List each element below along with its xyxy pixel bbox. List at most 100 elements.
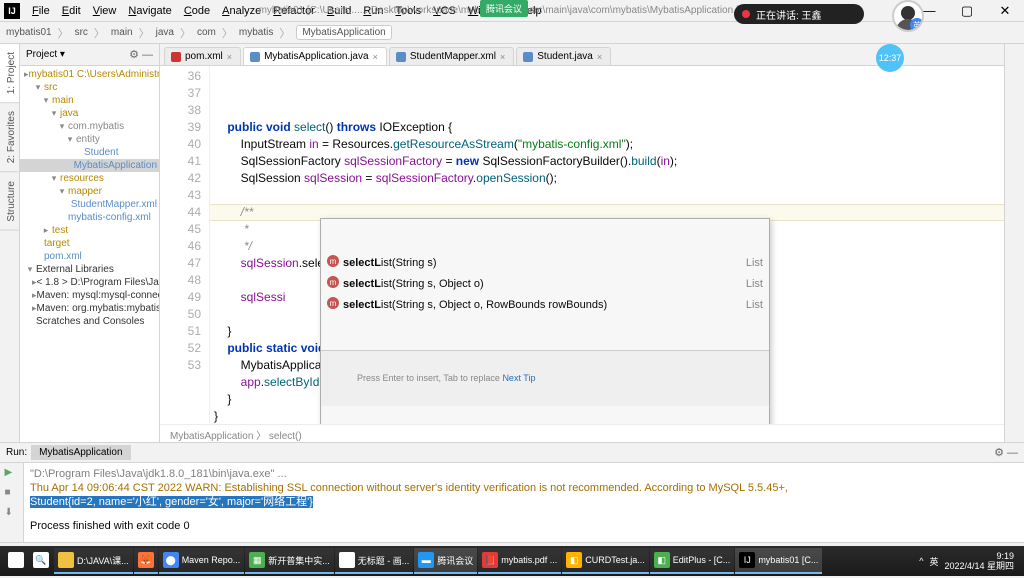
tray-ime[interactable]: 英 [929,555,938,568]
close-tab-icon[interactable]: × [500,52,505,62]
menu-navigate[interactable]: Navigate [122,3,177,19]
taskbar-item[interactable]: ⬤Maven Repo... [159,548,245,574]
suggestion-item[interactable]: mselectList(String s, Object o, RowBound… [321,295,769,316]
autocomplete-popup[interactable]: mselectList(String s)ListmselectList(Str… [320,218,770,424]
taskbar-item[interactable]: ◧CURDTest.ja... [562,548,649,574]
run-toolbar: ▶ ■ ⬇ [0,463,24,542]
tree-node[interactable]: ▾External Libraries [20,263,159,276]
system-tray[interactable]: ^ 英 9:19 2022/4/14 星期四 [919,551,1020,571]
close-tab-icon[interactable]: × [373,52,378,62]
editor-tab[interactable]: Student.java× [516,47,611,65]
taskbar-item[interactable]: IJmybatis01 [C... [735,548,822,574]
suggestion-item[interactable]: mselectList(String s, Object o)List [321,274,769,295]
mic-indicator-icon [742,10,750,18]
avatar-badge: 英 [910,18,924,32]
tree-node[interactable]: ▾src [20,81,159,94]
taskbar-item[interactable]: 📕mybatis.pdf ... [478,548,561,574]
console-line: "D:\Program Files\Java\jdk1.8.0_181\bin\… [30,467,1018,481]
tree-node[interactable]: ▾main [20,94,159,107]
speaking-overlay: 正在讲话: 王鑫 [734,4,864,24]
close-tab-icon[interactable]: × [597,52,602,62]
next-tip-link[interactable]: Next Tip [502,373,535,383]
editor[interactable]: 363738394041424344454647484950515253 pub… [160,66,1004,424]
editor-tab[interactable]: pom.xml× [164,47,241,65]
tree-node[interactable]: ▸mybatis01 C:\Users\Administrator\D [20,68,159,81]
panel-title[interactable]: Project ▾ [26,49,65,60]
line-gutter: 363738394041424344454647484950515253 [160,66,210,424]
breadcrumb-item[interactable]: com [197,27,216,38]
taskbar-item[interactable]: ⬤无标题 - 画... [335,548,414,574]
avatar[interactable]: 英 [892,0,924,32]
tree-node[interactable]: mybatis-config.xml [20,211,159,224]
meeting-overlay-tag: 腾讯会议 [480,0,528,17]
code-area[interactable]: public void select() throws IOException … [210,66,1004,424]
editor-tab[interactable]: MybatisApplication.java× [243,47,387,65]
speaking-text: 正在讲话: 王鑫 [756,7,822,22]
tree-node[interactable]: MybatisApplication [20,159,159,172]
suggestion-item[interactable]: mselectList(String s)List [321,253,769,274]
autocomplete-hint: Press Enter to insert, Tab to replace Ne… [321,350,769,406]
tool-tab[interactable]: Structure [0,173,19,231]
taskbar-item[interactable]: ⊞ [4,548,28,574]
windows-taskbar: ⊞🔍D:\JAVA\课...🦊⬤Maven Repo...▦新开普集中实...⬤… [0,546,1024,576]
close-tab-icon[interactable]: × [227,52,232,62]
tree-node[interactable]: ▾resources [20,172,159,185]
tree-node[interactable]: target [20,237,159,250]
tree-node[interactable]: ▸Maven: org.mybatis:mybatis:3.5.6 [20,302,159,315]
rerun-icon[interactable]: ▶ [5,467,19,481]
editor-tab[interactable]: StudentMapper.xml× [389,47,514,65]
breadcrumb-item[interactable]: MybatisApplication [296,25,391,40]
run-tab[interactable]: MybatisApplication [31,445,130,460]
tray-expand-icon[interactable]: ^ [919,556,923,566]
project-panel-header: Project ▾ ⚙ — [20,44,159,66]
nav-breadcrumb: mybatis01〉src〉main〉java〉com〉mybatis〉Myba… [0,22,1024,44]
tree-node[interactable]: ▾com.mybatis [20,120,159,133]
console-line: Thu Apr 14 09:06:44 CST 2022 WARN: Estab… [30,481,1018,495]
editor-breadcrumb[interactable]: MybatisApplication 〉 select() [160,424,1004,442]
menu-view[interactable]: View [87,3,123,19]
taskbar-item[interactable]: 🦊 [134,548,158,574]
breadcrumb-item[interactable]: mybatis [239,27,273,38]
run-label: Run: [6,447,27,458]
menu-edit[interactable]: Edit [56,3,87,19]
run-tool-window: Run: MybatisApplication ⚙ — ▶ ■ ⬇ "D:\Pr… [0,442,1024,542]
taskbar-item[interactable]: ◧EditPlus - [C... [650,548,735,574]
left-tool-strip: 1: Project2: FavoritesStructure [0,44,20,442]
stop-icon[interactable]: ■ [5,487,19,501]
taskbar-item[interactable]: ▬腾讯会议 [414,548,477,574]
maximize-button[interactable]: ▢ [952,3,982,19]
console-output[interactable]: "D:\Program Files\Java\jdk1.8.0_181\bin\… [24,463,1024,542]
tree-node[interactable]: Scratches and Consoles [20,315,159,328]
breadcrumb-item[interactable]: mybatis01 [6,27,52,38]
breadcrumb-item[interactable]: main [111,27,133,38]
tray-time[interactable]: 9:19 [996,551,1014,561]
tree-node[interactable]: StudentMapper.xml [20,198,159,211]
breadcrumb-item[interactable]: java [156,27,174,38]
taskbar-item[interactable]: 🔍 [29,548,53,574]
console-selection: Student{id=2, name='小红', gender='女', maj… [30,496,313,508]
project-tree[interactable]: ▸mybatis01 C:\Users\Administrator\D▾src▾… [20,66,159,330]
down-icon[interactable]: ⬇ [5,507,19,521]
tree-node[interactable]: ▾java [20,107,159,120]
taskbar-item[interactable]: D:\JAVA\课... [54,548,133,574]
tree-node[interactable]: Student [20,146,159,159]
run-settings-icon[interactable]: ⚙ — [994,446,1018,459]
tool-tab[interactable]: 1: Project [0,44,19,103]
tool-tab[interactable]: 2: Favorites [0,103,19,172]
menu-file[interactable]: File [26,3,56,19]
tree-node[interactable]: ▸test [20,224,159,237]
tree-node[interactable]: ▸Maven: mysql:mysql-connector-ja [20,289,159,302]
close-button[interactable]: ✕ [990,3,1020,19]
tree-node[interactable]: ▾entity [20,133,159,146]
tree-node[interactable]: ▾mapper [20,185,159,198]
timer-bubble: 12:37 [876,44,904,72]
menu-code[interactable]: Code [178,3,216,19]
taskbar-item[interactable]: ▦新开普集中实... [245,548,334,574]
project-panel: Project ▾ ⚙ — ▸mybatis01 C:\Users\Admini… [20,44,160,442]
tree-node[interactable]: pom.xml [20,250,159,263]
breadcrumb-item[interactable]: src [75,27,88,38]
right-tool-strip [1004,44,1024,442]
tray-date[interactable]: 2022/4/14 星期四 [944,561,1014,571]
panel-settings-icon[interactable]: ⚙ — [129,48,153,61]
tree-node[interactable]: ▸< 1.8 > D:\Program Files\Java\jd [20,276,159,289]
